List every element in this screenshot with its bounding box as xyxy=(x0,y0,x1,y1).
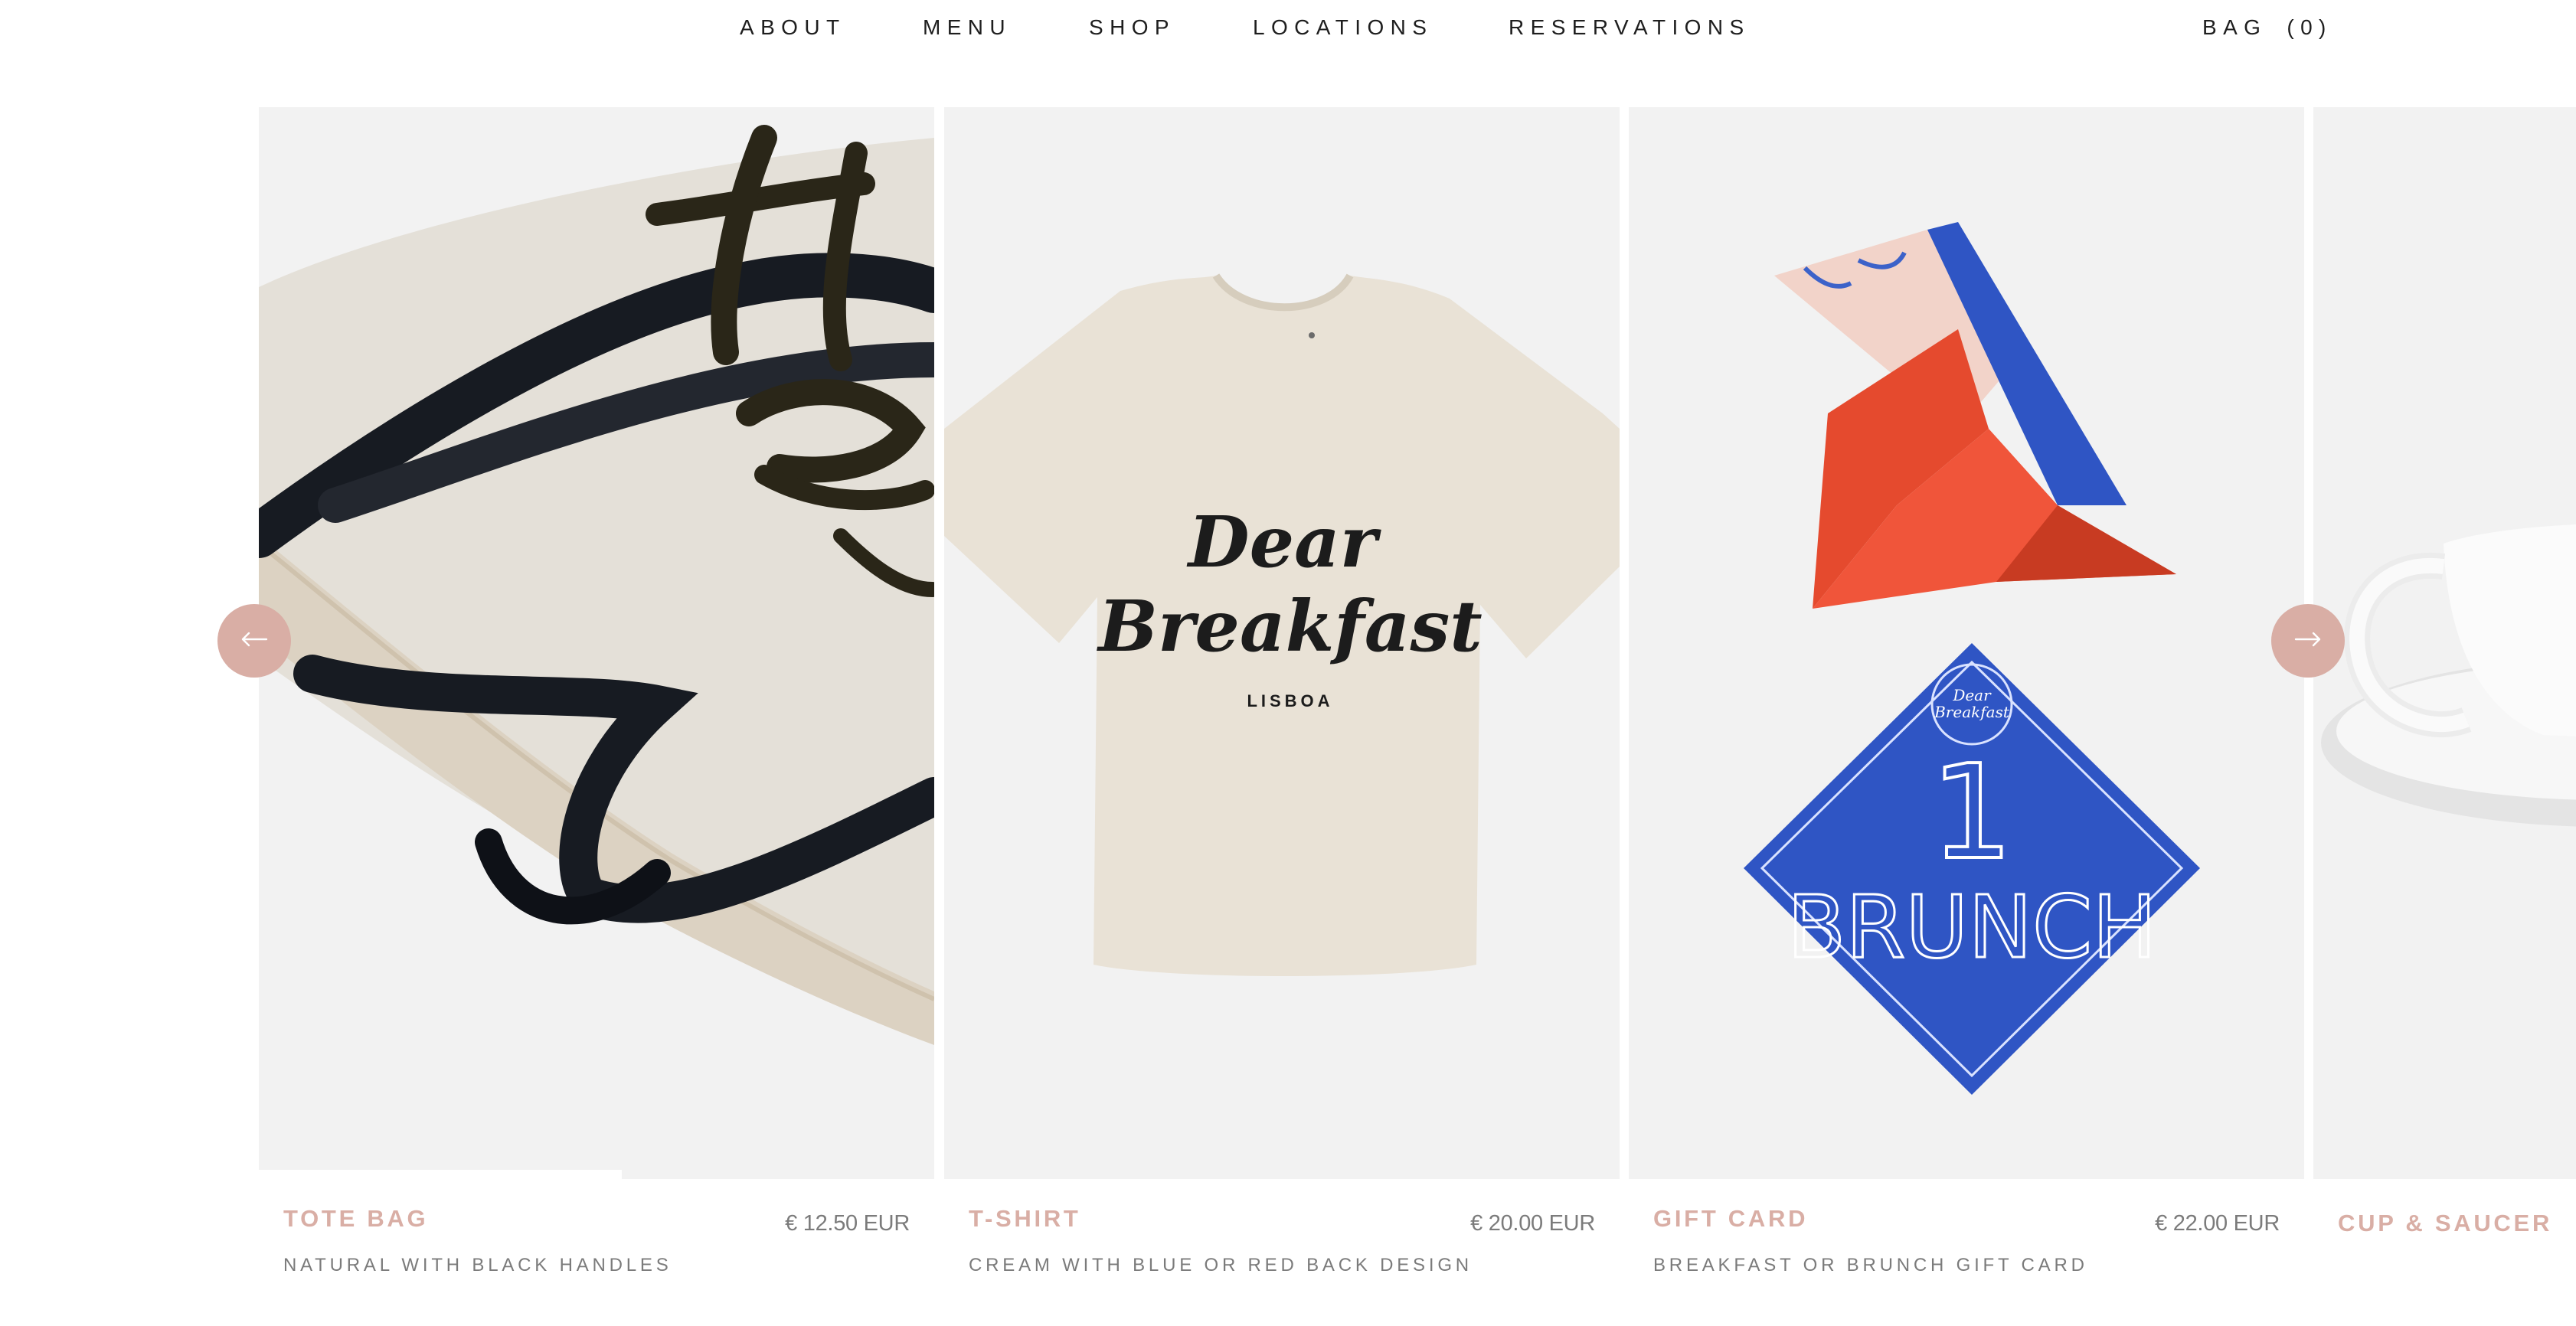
product-description: NATURAL WITH BLACK HANDLES xyxy=(283,1255,672,1275)
bag-label: BAG xyxy=(2202,15,2267,39)
nav-locations[interactable]: LOCATIONS xyxy=(1253,14,1433,41)
product-info-gift-card: GIFT CARD € 22.00 EUR BREAKFAST OR BRUNC… xyxy=(1653,1202,2280,1309)
product-name[interactable]: T-SHIRT xyxy=(969,1202,1081,1236)
gift-card-number: 1 xyxy=(1930,737,2013,889)
print-city: LISBOA xyxy=(1247,691,1333,710)
product-info-t-shirt: T-SHIRT € 20.00 EUR CREAM WITH BLUE OR R… xyxy=(969,1202,1595,1309)
print-title-line-1: Dear xyxy=(1186,501,1382,583)
carousel-prev-button[interactable] xyxy=(217,604,291,678)
gift-card-logo-line-1: Dear xyxy=(1952,686,1992,704)
product-name[interactable]: TOTE BAG xyxy=(283,1202,428,1236)
arrow-right-icon xyxy=(2294,632,2322,651)
cup-and-saucer-illustration xyxy=(2313,107,2576,1179)
shop-page: ABOUT MENU SHOP LOCATIONS RESERVATIONS B… xyxy=(0,0,2576,1326)
gift-card-illustration: Dear Breakfast 1 BRUNCH xyxy=(1629,107,2304,1179)
top-navigation: ABOUT MENU SHOP LOCATIONS RESERVATIONS B… xyxy=(0,0,2576,55)
image-caption-tab xyxy=(259,1170,622,1182)
product-price: € 22.00 EUR xyxy=(2155,1211,2280,1236)
product-info-cup-and-saucer: CUP & SAUCER xyxy=(2338,1202,2551,1309)
product-description: BREAKFAST OR BRUNCH GIFT CARD xyxy=(1653,1255,2088,1275)
print-title-line-2: Breakfast xyxy=(1096,585,1483,668)
product-card-tote-bag[interactable]: TOTE BAG € 12.50 EUR NATURAL WITH BLACK … xyxy=(259,107,934,1326)
t-shirt-illustration: Dear Breakfast LISBOA xyxy=(944,107,1620,1179)
product-price: € 12.50 EUR xyxy=(785,1211,910,1236)
bag-count: (0) xyxy=(2287,15,2332,39)
gift-card-logo-line-2: Breakfast xyxy=(1934,703,2010,721)
arrow-left-icon xyxy=(240,632,268,651)
tote-bag-illustration xyxy=(259,107,934,1179)
product-image-t-shirt: Dear Breakfast LISBOA xyxy=(944,107,1620,1179)
product-card-t-shirt[interactable]: Dear Breakfast LISBOA T-SHIRT € 20.00 EU… xyxy=(944,107,1620,1326)
product-carousel: TOTE BAG € 12.50 EUR NATURAL WITH BLACK … xyxy=(0,107,2576,1326)
product-name[interactable]: CUP & SAUCER xyxy=(2338,1207,2552,1240)
gift-card-word: BRUNCH xyxy=(1787,878,2157,978)
product-card-cup-and-saucer[interactable]: CUP & SAUCER xyxy=(2313,107,2576,1326)
product-price: € 20.00 EUR xyxy=(1470,1211,1595,1236)
nav-menu[interactable]: MENU xyxy=(923,14,1012,41)
product-image-cup-and-saucer xyxy=(2313,107,2576,1179)
nav-reservations[interactable]: RESERVATIONS xyxy=(1509,14,1751,41)
nav-about[interactable]: ABOUT xyxy=(740,14,845,41)
product-image-gift-card: Dear Breakfast 1 BRUNCH xyxy=(1629,107,2304,1179)
product-info-tote-bag: TOTE BAG € 12.50 EUR NATURAL WITH BLACK … xyxy=(283,1202,910,1309)
nav-shop[interactable]: SHOP xyxy=(1089,14,1175,41)
bag-link[interactable]: BAG (0) xyxy=(2202,14,2332,41)
product-card-gift-card[interactable]: Dear Breakfast 1 BRUNCH GIFT CARD € 22.0… xyxy=(1629,107,2304,1326)
product-description: CREAM WITH BLUE OR RED BACK DESIGN xyxy=(969,1255,1473,1275)
product-image-tote-bag xyxy=(259,107,934,1179)
carousel-next-button[interactable] xyxy=(2271,604,2345,678)
product-name[interactable]: GIFT CARD xyxy=(1653,1202,1808,1236)
